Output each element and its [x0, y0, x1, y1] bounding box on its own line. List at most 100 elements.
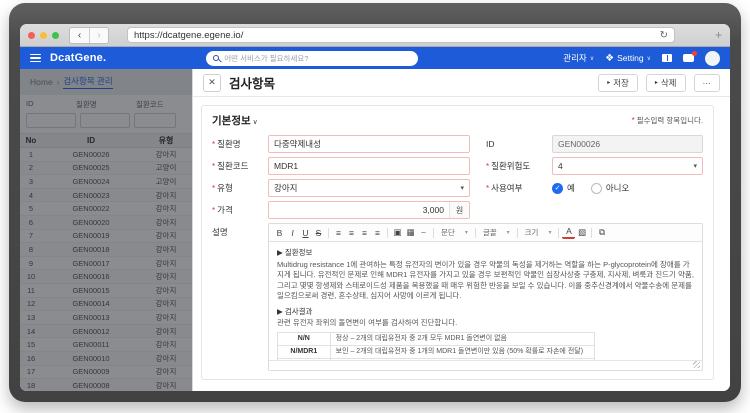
highlight-color-icon[interactable]: ▧ — [575, 226, 588, 240]
setting-menu[interactable]: ❖ Setting ∨ — [605, 53, 651, 64]
forward-button[interactable]: › — [89, 27, 108, 43]
price-input-group: 원 — [268, 201, 470, 219]
align-right-icon[interactable]: ≡ — [358, 226, 371, 240]
left-panel-dim-overlay — [20, 69, 192, 391]
disease-name-input[interactable] — [268, 135, 470, 153]
section-title[interactable]: 기본정보 ∨ — [212, 113, 258, 128]
left-list-panel: Home › 검사항목 관리 ID질환명질환코드 NoID유형 1GEN0002… — [20, 69, 192, 391]
resize-grip-icon[interactable] — [693, 361, 700, 368]
disease-name-label: * 질환명 — [212, 139, 241, 149]
page-title: 검사항목 — [229, 77, 276, 91]
manual-book-icon[interactable] — [662, 54, 672, 62]
menu-icon[interactable] — [30, 53, 41, 63]
chevron-down-icon: ▾ — [506, 230, 510, 236]
italic-icon[interactable]: I — [286, 226, 299, 240]
use-radio-group: ✓ 예 아니오 — [552, 182, 645, 194]
toolbar-separator — [591, 227, 593, 238]
global-search-input[interactable]: 어떤 서비스가 필요하세요? — [206, 50, 419, 66]
section-header: 기본정보 ∨ * 필수입력 항목입니다. — [212, 113, 703, 128]
hr-icon[interactable]: ⎯ — [417, 226, 430, 240]
align-justify-icon[interactable]: ≡ — [371, 226, 384, 240]
notifications-icon[interactable] — [683, 51, 697, 62]
size-dropdown-label: 크기 — [524, 228, 539, 237]
close-window-button[interactable] — [28, 31, 35, 39]
delete-button[interactable]: ▸ 삭제 — [645, 73, 686, 92]
form-row: *질환코드 *질환위험도 4 ▾ — [212, 157, 703, 175]
address-bar[interactable]: https://dcatgene.egene.io/ ↻ — [127, 27, 675, 43]
result-row: N/MDR1 보인 – 2개의 대립유전자 중 1개의 MDR1 돌연변이만 있음… — [277, 344, 595, 359]
basic-info-card: 기본정보∨ *필수입력 항목입니다. *질환명 ID — [201, 105, 714, 380]
minimize-window-button[interactable] — [40, 31, 47, 39]
type-label: * 유형 — [212, 183, 233, 193]
notification-badge — [692, 51, 697, 56]
browser-window: ‹ › https://dcatgene.egene.io/ ↻ + DcatG… — [20, 24, 730, 391]
result-table-body: N/N 정상 – 2개의 대립유전자 중 2개 모두 MDR1 돌연변이 없음 N/… — [277, 331, 595, 360]
risk-label: * 질환위험도 — [486, 161, 531, 171]
form-row: * 유형 강아지 ▾ * 사용여부 ✓ 예 아니오 — [212, 179, 703, 197]
table-icon[interactable]: ▦ — [404, 226, 417, 240]
chevron-down-icon: ▾ — [460, 185, 464, 192]
editor-info-heading: ▶ 질환정보 — [277, 248, 313, 257]
result-table: N/N 정상 – 2개의 대립유전자 중 2개 모두 MDR1 돌연변이 없음 N/… — [277, 331, 595, 360]
bold-icon[interactable]: B — [273, 226, 286, 240]
new-tab-button[interactable]: + — [715, 28, 722, 42]
align-left-icon[interactable]: ≡ — [332, 226, 345, 240]
size-dropdown[interactable]: 크기 ▾ — [521, 227, 556, 238]
paragraph-dropdown[interactable]: 문단 ▾ — [437, 227, 472, 238]
toolbar-separator — [328, 227, 329, 238]
app-logo[interactable]: DcatGene. — [50, 52, 106, 64]
save-icon: ▸ — [607, 80, 611, 86]
avatar[interactable] — [705, 50, 720, 66]
editor-info-text: Multidrug resistance 1에 관여하는 특정 유전자의 변이가… — [277, 259, 694, 301]
chevron-down-icon: ▾ — [548, 230, 552, 236]
type-select[interactable]: 강아지 ▾ — [268, 179, 470, 197]
codeview-icon[interactable]: ⧉ — [595, 226, 608, 240]
required-note: * 필수입력 항목입니다. — [631, 116, 703, 125]
rich-text-editor[interactable]: B I U S ≡ ≡ ≡ ≡ ▣ ▦ ⎯ 문단 ▾ 글꼴 ▾ 크기 ▾ A ▧ ⧉ ▶ 질환정보 Multidrug… — [268, 223, 703, 371]
result-genotype: N/N — [277, 331, 331, 346]
traffic-lights — [28, 31, 59, 39]
editor-toolbar: B I U S ≡ ≡ ≡ ≡ ▣ ▦ ⎯ 문단 ▾ 글꼴 ▾ 크기 ▾ A ▧ ⧉ — [269, 224, 702, 242]
paragraph-dropdown-label: 문단 — [441, 228, 455, 237]
font-color-icon[interactable]: A — [562, 226, 576, 239]
window-frame: ‹ › https://dcatgene.egene.io/ ↻ + DcatG… — [9, 3, 741, 402]
toolbar-separator — [474, 227, 476, 238]
user-role-menu[interactable]: 관리자 ∨ — [563, 52, 594, 64]
use-yes-radio[interactable]: ✓ 예 — [552, 182, 575, 194]
align-center-icon[interactable]: ≡ — [345, 226, 358, 240]
back-button[interactable]: ‹ — [70, 27, 89, 43]
header-right: 관리자 ∨ ❖ Setting ∨ — [563, 50, 720, 66]
more-button[interactable]: ··· — [693, 73, 720, 92]
use-no-radio[interactable]: 아니오 — [590, 182, 629, 194]
app-header: DcatGene. 어떤 서비스가 필요하세요? 관리자 ∨ ❖ Setting… — [20, 47, 730, 69]
use-label: * 사용여부 — [486, 183, 523, 193]
price-input[interactable] — [269, 202, 449, 218]
image-icon[interactable]: ▣ — [391, 226, 404, 240]
result-genotype: N/MDR1 — [277, 344, 331, 359]
user-role-label: 관리자 — [563, 53, 587, 63]
disease-code-input[interactable] — [268, 157, 470, 175]
delete-icon: ▸ — [654, 80, 658, 86]
chevron-down-icon: ▾ — [464, 230, 468, 236]
id-label: ID — [486, 139, 495, 149]
toolbar-separator — [558, 227, 560, 238]
editor-statusbar — [269, 360, 702, 370]
editor-content[interactable]: ▶ 질환정보 Multidrug resistance 1에 관여하는 특정 유… — [269, 242, 702, 360]
font-dropdown[interactable]: 글꼴 ▾ — [479, 227, 514, 238]
underline-icon[interactable]: U — [299, 226, 312, 240]
price-label: * 가격 — [212, 205, 233, 215]
save-button[interactable]: ▸ 저장 — [598, 73, 638, 92]
refresh-icon[interactable]: ↻ — [660, 30, 668, 41]
result-description: 보인 – 2개의 대립유전자 중 1개의 MDR1 돌연변이만 있음 (50% … — [329, 344, 595, 359]
zoom-window-button[interactable] — [52, 31, 59, 39]
close-icon[interactable]: ✕ — [203, 73, 221, 92]
collapse-chevron-icon: ∨ — [252, 119, 258, 126]
result-row: N/N 정상 – 2개의 대립유전자 중 2개 모두 MDR1 돌연변이 없음 — [277, 331, 595, 346]
browser-nav: ‹ › — [69, 26, 109, 44]
id-input[interactable] — [552, 135, 703, 153]
detail-panel-header: ✕ 검사항목 ▸ 저장 ▸ 삭제 ··· — [193, 69, 730, 97]
strikethrough-icon[interactable]: S — [312, 226, 325, 240]
risk-select[interactable]: 4 ▾ — [552, 157, 703, 175]
editor-result-intro: 관련 유전자 좌위의 돌연변이 여부를 검사하여 진단합니다. — [277, 318, 458, 327]
font-dropdown-label: 글꼴 — [482, 228, 497, 237]
